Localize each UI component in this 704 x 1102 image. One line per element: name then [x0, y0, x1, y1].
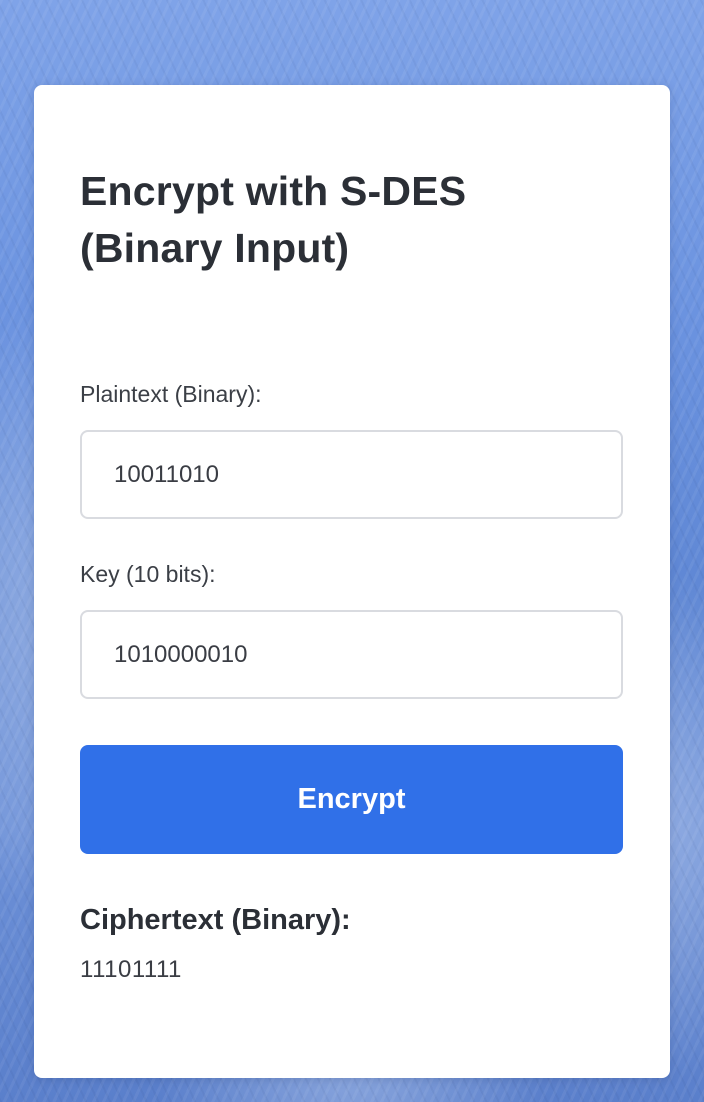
plaintext-input[interactable]: [80, 430, 623, 519]
encrypt-card: Encrypt with S-DES (Binary Input) Plaint…: [34, 85, 670, 1078]
key-label: Key (10 bits):: [80, 561, 216, 587]
encrypt-button[interactable]: Encrypt: [80, 745, 623, 854]
key-input[interactable]: [80, 610, 623, 699]
ciphertext-value: 11101111: [80, 956, 182, 983]
ciphertext-heading: Ciphertext (Binary):: [80, 904, 351, 936]
page-title: Encrypt with S-DES (Binary Input): [80, 168, 467, 271]
plaintext-label: Plaintext (Binary):: [80, 381, 262, 407]
